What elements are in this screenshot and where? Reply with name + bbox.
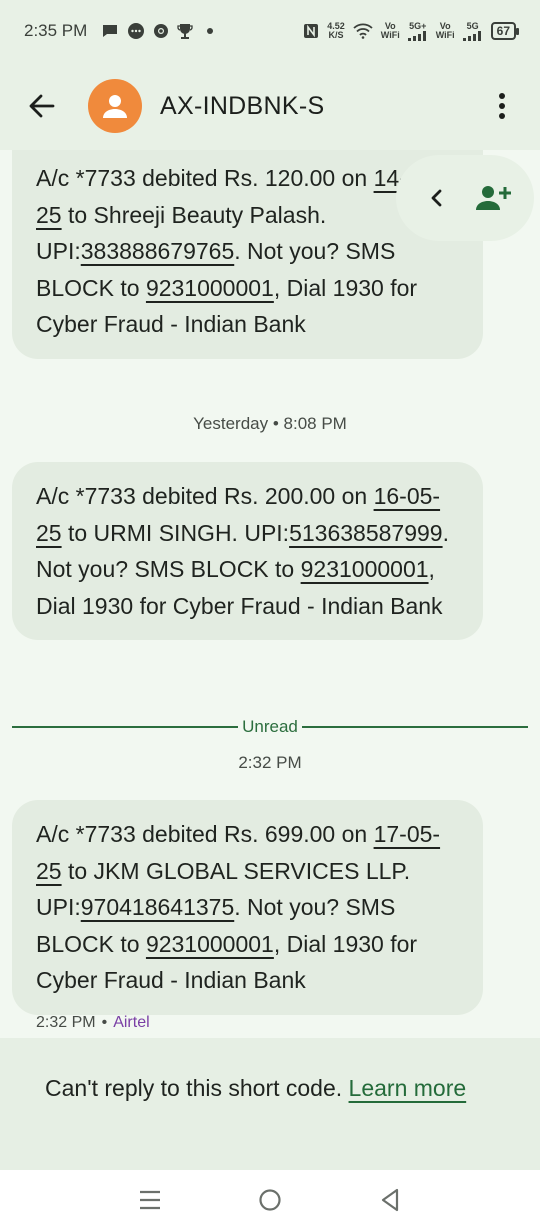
timestamp: 2:32 PM [238,753,302,772]
status-bar: 2:35 PM 4.52 K/S Vo WiFi 5G+ Vo WiFi 5G … [0,0,540,62]
back-triangle-icon [381,1188,399,1212]
upi-link[interactable]: 513638587999 [289,520,443,546]
contact-name[interactable]: AX-INDBNK-S [160,92,324,121]
net-speed-unit: K/S [328,30,344,40]
status-time: 2:35 PM [24,21,88,40]
vowifi-1: Vo WiFi [381,22,400,40]
unread-divider: Unread [12,716,529,738]
app-bar: AX-INDBNK-S [0,62,540,150]
battery-level: 67 [496,23,510,38]
back-button[interactable] [22,86,62,126]
phone-link[interactable]: 9231000001 [146,275,274,301]
home-circle-icon [259,1189,281,1211]
phone-link[interactable]: 9231000001 [301,556,429,582]
notification-dot-icon [207,28,214,34]
back-arrow-icon [29,94,55,118]
more-options-button[interactable] [490,86,514,126]
message-text: A/c *7733 debited Rs. 200.00 on [36,483,374,509]
message-text: A/c *7733 debited Rs. 699.00 on [36,821,374,847]
system-nav-bar [0,1170,540,1230]
meta-time: 2:32 PM [36,1014,96,1031]
upi-link[interactable]: 383888679765 [81,238,235,264]
sig1-label: 5G+ [409,20,427,31]
chrome-icon [153,23,169,39]
system-back-button[interactable] [370,1180,410,1220]
message-dots-icon [127,22,145,40]
battery-icon: 67 [490,22,520,40]
more-vert-icon [499,93,505,119]
message-text: A/c *7733 debited Rs. 120.00 on [36,165,374,191]
message-meta: 2:32 PM • Airtel [36,1014,150,1032]
message-text: to URMI SINGH. UPI: [61,519,290,546]
signal-5g-plus: 5G+ [407,20,428,41]
home-button[interactable] [250,1180,290,1220]
chevron-left-icon [431,189,441,207]
upi-link[interactable]: 970418641375 [81,894,235,920]
screen: 2:35 PM 4.52 K/S Vo WiFi 5G+ Vo WiFi 5G … [0,0,540,1230]
unread-label: Unread [242,717,298,736]
divider-line [301,726,529,728]
meta-separator: • [101,1014,108,1031]
add-contact-button[interactable] [472,176,516,220]
phone-link[interactable]: 9231000001 [146,931,274,957]
status-left: 2:35 PM [24,21,214,41]
net-speed: 4.52 K/S [327,22,345,40]
trophy-icon [177,22,193,40]
chat-bubble-icon [101,22,119,40]
message-bubble[interactable]: A/c *7733 debited Rs. 699.00 on 17-05-25… [12,800,483,1015]
timestamp: Yesterday • 8:08 PM [193,414,347,433]
nfc-icon [303,23,319,39]
sig2-label: 5G [466,20,479,31]
learn-more-link[interactable]: Learn more [349,1075,467,1101]
vowifi-2: Vo WiFi [436,22,455,40]
avatar[interactable] [88,79,142,133]
signal-5g: 5G [462,20,483,41]
recents-button[interactable] [130,1180,170,1220]
divider-line [12,726,239,728]
meta-carrier: Airtel [113,1014,150,1031]
contact-actions [396,155,534,241]
wifi-label-1: WiFi [380,30,400,40]
notice-text: Can't reply to this short code. [45,1075,349,1101]
person-icon [103,95,127,118]
message-thread[interactable]: A/c *7733 debited Rs. 120.00 on 14-05-25… [0,150,540,1040]
wifi-icon [353,23,373,39]
wifi-label-2: WiFi [435,30,455,40]
status-right: 4.52 K/S Vo WiFi 5G+ Vo WiFi 5G 67 [303,20,520,41]
signal-bars-icon-2 [462,30,481,41]
collapse-button[interactable] [415,176,459,220]
add-contact-icon [475,186,511,210]
message-bubble[interactable]: A/c *7733 debited Rs. 200.00 on 16-05-25… [12,462,483,640]
reply-notice: Can't reply to this short code. Learn mo… [0,1038,540,1170]
signal-bars-icon [407,30,426,41]
menu-icon [140,1190,160,1210]
